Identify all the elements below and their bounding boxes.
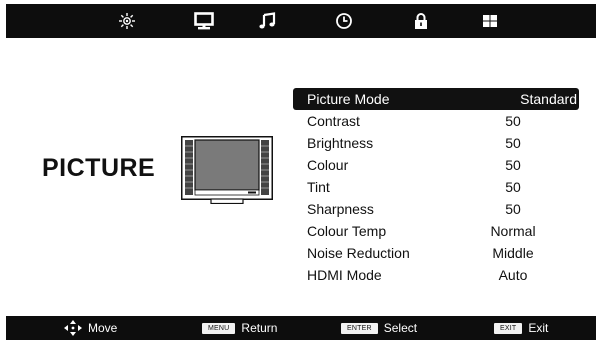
menu-item-tint[interactable]: Tint 50 bbox=[293, 176, 579, 198]
hint-move: Move bbox=[64, 316, 117, 340]
exit-label: Exit bbox=[528, 321, 549, 335]
select-label: Select bbox=[383, 321, 418, 335]
menu-item-colour[interactable]: Colour 50 bbox=[293, 154, 579, 176]
hint-exit: EXIT Exit bbox=[494, 316, 548, 340]
picture-settings-list: Picture Mode Standard Contrast 50 Brightness… bbox=[293, 88, 579, 286]
tab-lock[interactable] bbox=[406, 8, 436, 34]
tab-time[interactable] bbox=[329, 8, 359, 34]
move-arrows-icon bbox=[64, 320, 82, 336]
menu-item-value: Standard bbox=[520, 91, 577, 107]
menu-item-value: Auto bbox=[498, 267, 528, 283]
tab-setup[interactable] bbox=[475, 8, 505, 34]
hint-select: ENTER Select bbox=[341, 316, 417, 340]
menu-item-sharpness[interactable]: Sharpness 50 bbox=[293, 198, 579, 220]
monitor-icon bbox=[194, 12, 214, 30]
music-note-icon bbox=[259, 12, 276, 29]
grid-icon bbox=[483, 15, 497, 27]
menu-item-value: 50 bbox=[505, 113, 521, 129]
menu-key[interactable]: MENU bbox=[202, 322, 236, 334]
menu-item-colour-temp[interactable]: Colour Temp Normal bbox=[293, 220, 579, 242]
menu-item-value: 50 bbox=[505, 135, 521, 151]
move-label: Move bbox=[88, 321, 118, 335]
menu-item-label: Contrast bbox=[307, 113, 360, 129]
tv-osd-menu: PICTURE Picture Mode Standard Contrast 50 Br… bbox=[6, 4, 596, 340]
tab-picture[interactable] bbox=[112, 8, 142, 34]
tab-sound[interactable] bbox=[252, 8, 282, 34]
menu-item-picture-mode[interactable]: Picture Mode Standard bbox=[293, 88, 579, 110]
menu-item-hdmi-mode[interactable]: HDMI Mode Auto bbox=[293, 264, 579, 286]
menu-item-label: Noise Reduction bbox=[307, 245, 410, 261]
menu-item-brightness[interactable]: Brightness 50 bbox=[293, 132, 579, 154]
section-title: PICTURE bbox=[42, 154, 156, 182]
menu-item-value: Normal bbox=[490, 223, 536, 239]
menu-item-noise-reduction[interactable]: Noise Reduction Middle bbox=[293, 242, 579, 264]
tv-illustration bbox=[181, 136, 273, 204]
menu-tab-bar bbox=[6, 4, 596, 38]
menu-item-contrast[interactable]: Contrast 50 bbox=[293, 110, 579, 132]
padlock-icon bbox=[415, 13, 427, 29]
tab-display[interactable] bbox=[189, 8, 219, 34]
menu-item-value: Middle bbox=[492, 245, 534, 261]
hint-return: MENU Return bbox=[202, 316, 277, 340]
menu-item-label: Colour Temp bbox=[307, 223, 387, 239]
exit-key[interactable]: EXIT bbox=[494, 322, 523, 334]
menu-item-value: 50 bbox=[505, 179, 521, 195]
clock-icon bbox=[336, 13, 352, 29]
key-hint-bar: Move MENU Return ENTER Select EXIT Exit bbox=[6, 316, 596, 340]
menu-item-label: Tint bbox=[307, 179, 330, 195]
menu-item-label: HDMI Mode bbox=[307, 267, 382, 283]
menu-item-label: Sharpness bbox=[307, 201, 374, 217]
menu-item-label: Brightness bbox=[307, 135, 374, 151]
menu-item-label: Picture Mode bbox=[307, 91, 390, 107]
menu-item-value: 50 bbox=[505, 201, 521, 217]
enter-key[interactable]: ENTER bbox=[341, 322, 378, 334]
picture-settings-icon bbox=[119, 13, 135, 29]
return-label: Return bbox=[241, 321, 278, 335]
menu-item-label: Colour bbox=[307, 157, 349, 173]
menu-item-value: 50 bbox=[505, 157, 521, 173]
